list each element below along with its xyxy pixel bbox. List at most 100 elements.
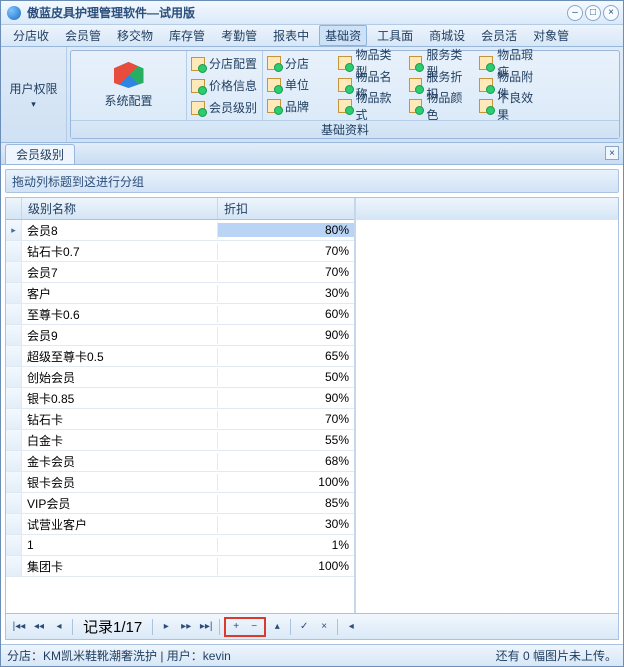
table-row[interactable]: 银卡会员100% [6,472,354,493]
record-counter: 记录1/17 [83,616,142,637]
ribbon-item[interactable]: 会员级别 [191,98,258,118]
table-row[interactable]: 创始会员50% [6,367,354,388]
cell-discount[interactable]: 100% [218,475,354,489]
nav-add-button[interactable]: + [227,618,245,636]
table-row[interactable]: 至尊卡0.660% [6,304,354,325]
menu-item[interactable]: 考勤管 [215,25,263,46]
nav-prev-page-button[interactable]: ◂◂ [30,618,48,636]
system-config-button[interactable]: 系统配置 [71,51,187,120]
table-row[interactable]: 集团卡100% [6,556,354,577]
cell-name[interactable]: 超级至尊卡0.5 [22,348,218,365]
cell-discount[interactable]: 70% [218,265,354,279]
table-row[interactable]: 会员990% [6,325,354,346]
table-row[interactable]: 钻石卡0.770% [6,241,354,262]
group-hint[interactable]: 拖动列标题到这进行分组 [5,169,619,193]
indicator-header[interactable] [6,198,22,219]
table-row[interactable]: VIP会员85% [6,493,354,514]
menubar: 分店收会员管移交物库存管考勤管报表中基础资工具面商城设会员活对象管 [1,25,623,47]
cell-discount[interactable]: 1% [218,538,354,552]
menu-item[interactable]: 库存管 [163,25,211,46]
cell-name[interactable]: 会员9 [22,327,218,344]
cell-discount[interactable]: 55% [218,433,354,447]
table-row[interactable]: 超级至尊卡0.565% [6,346,354,367]
ribbon-item-empty [550,75,615,95]
ribbon-user-perm[interactable]: 用户权限 ▾ [1,47,67,142]
table-row[interactable]: 会员770% [6,262,354,283]
cell-name[interactable]: 白金卡 [22,432,218,449]
menu-item[interactable]: 移交物 [111,25,159,46]
cell-name[interactable]: 银卡0.85 [22,390,218,407]
nav-next-button[interactable]: ▸ [157,618,175,636]
cell-discount[interactable]: 70% [218,244,354,258]
table-row[interactable]: 钻石卡70% [6,409,354,430]
nav-confirm-button[interactable]: ✓ [295,618,313,636]
tab-close-button[interactable]: × [605,146,619,160]
cell-discount[interactable]: 100% [218,559,354,573]
cell-name[interactable]: 银卡会员 [22,474,218,491]
cell-name[interactable]: 1 [22,538,218,552]
cell-discount[interactable]: 50% [218,370,354,384]
ribbon-item[interactable]: 分店 [267,53,332,73]
ribbon-item[interactable]: 物品颜色 [409,96,474,116]
table-row[interactable]: 白金卡55% [6,430,354,451]
cell-discount[interactable]: 65% [218,349,354,363]
cell-discount[interactable]: 30% [218,286,354,300]
cell-discount[interactable]: 60% [218,307,354,321]
cell-name[interactable]: 客户 [22,285,218,302]
maximize-button[interactable]: □ [585,5,601,21]
tab-member-level[interactable]: 会员级别 [5,144,75,164]
cell-discount[interactable]: 68% [218,454,354,468]
menu-item[interactable]: 基础资 [319,25,367,46]
nav-edit-button[interactable]: ▴ [268,618,286,636]
menu-item[interactable]: 会员活 [475,25,523,46]
menu-item[interactable]: 报表中 [267,25,315,46]
col-header-discount[interactable]: 折扣 [218,198,354,219]
ribbon-item[interactable]: 单位 [267,75,332,95]
col-header-name[interactable]: 级别名称 [22,198,218,219]
ribbon-small-icon [267,78,281,92]
cell-discount[interactable]: 85% [218,496,354,510]
nav-next-page-button[interactable]: ▸▸ [177,618,195,636]
table-row[interactable]: 试营业客户30% [6,514,354,535]
cell-name[interactable]: 钻石卡 [22,411,218,428]
cell-name[interactable]: 会员7 [22,264,218,281]
minimize-button[interactable]: – [567,5,583,21]
menu-item[interactable]: 工具面 [371,25,419,46]
grid-blank-area [355,198,618,613]
cell-name[interactable]: 集团卡 [22,558,218,575]
cell-discount[interactable]: 70% [218,412,354,426]
table-row[interactable]: 客户30% [6,283,354,304]
nav-expand-button[interactable]: ◂ [342,618,360,636]
nav-delete-button[interactable]: − [245,618,263,636]
cell-discount[interactable]: 80% [218,223,354,237]
ribbon-item[interactable]: 物品款式 [338,96,403,116]
nav-first-button[interactable]: |◂◂ [10,618,28,636]
cell-discount[interactable]: 90% [218,328,354,342]
cell-name[interactable]: 试营业客户 [22,516,218,533]
menu-item[interactable]: 分店收 [7,25,55,46]
ribbon: 用户权限 ▾ 系统配置 分店配置价格信息会员级别 分店物品类型服务类型物品瑕疵单… [1,47,623,143]
nav-last-button[interactable]: ▸▸| [197,618,215,636]
cell-discount[interactable]: 30% [218,517,354,531]
table-row[interactable]: 金卡会员68% [6,451,354,472]
ribbon-item[interactable]: 不良效果 [479,96,544,116]
ribbon-item[interactable]: 品牌 [267,96,332,116]
table-row[interactable]: 银卡0.8590% [6,388,354,409]
ribbon-item[interactable]: 分店配置 [191,54,258,74]
cell-name[interactable]: 会员8 [22,222,218,239]
cell-name[interactable]: 创始会员 [22,369,218,386]
menu-item[interactable]: 对象管 [527,25,575,46]
nav-prev-button[interactable]: ◂ [50,618,68,636]
table-row[interactable]: ▸会员880% [6,220,354,241]
close-button[interactable]: × [603,5,619,21]
cell-name[interactable]: 金卡会员 [22,453,218,470]
nav-cancel-button[interactable]: × [315,618,333,636]
cell-name[interactable]: VIP会员 [22,495,218,512]
cell-discount[interactable]: 90% [218,391,354,405]
ribbon-item[interactable]: 价格信息 [191,76,258,96]
cell-name[interactable]: 钻石卡0.7 [22,243,218,260]
table-row[interactable]: 11% [6,535,354,556]
menu-item[interactable]: 商城设 [423,25,471,46]
cell-name[interactable]: 至尊卡0.6 [22,306,218,323]
menu-item[interactable]: 会员管 [59,25,107,46]
